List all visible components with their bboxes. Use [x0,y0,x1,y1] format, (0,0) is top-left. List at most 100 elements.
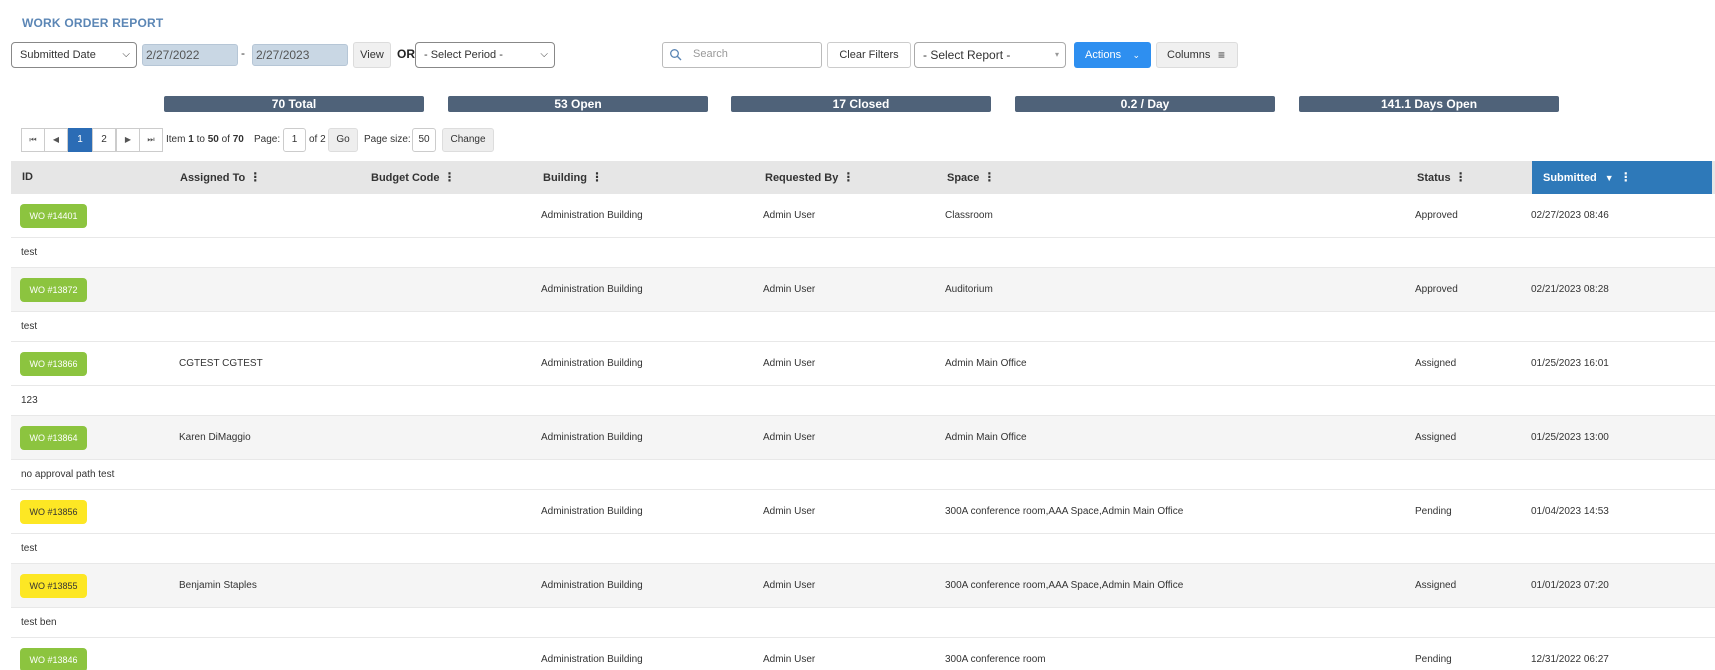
column-menu-icon[interactable]: ⋮ [1620,170,1632,184]
stat-total: 70 Total [164,96,424,112]
column-menu-icon[interactable]: ⋮ [1455,170,1467,184]
cell-space: Admin Main Office [945,432,1027,443]
search-input[interactable]: Search [662,42,822,68]
description-text: 123 [21,395,38,406]
search-icon [670,49,682,61]
description-text: test [21,321,38,332]
cell-assigned: Benjamin Staples [179,580,257,591]
cell-requested: Admin User [763,506,816,517]
table-body: WO #14401 Administration Building Admin Us… [11,194,1715,670]
first-page-icon[interactable]: ⏮ [21,128,45,152]
description-text: no approval path test [21,469,115,480]
cell-requested: Admin User [763,210,816,221]
pagination: ⏮ ◀ 1 2 ▶ ⏭ Item 1 to 50 of 70 Page: 1 o… [21,128,721,152]
cell-space: Admin Main Office [945,358,1027,369]
work-order-id-badge[interactable]: WO #13855 [20,574,87,598]
report-value: - Select Report - [923,48,1011,62]
item-range: Item 1 to 50 of 70 [166,134,244,145]
table-row[interactable]: WO #13866 CGTEST CGTEST Administration Bui… [11,342,1715,386]
filter-bar: Submitted Date ⌵ 2/27/2022 - 2/27/2023 V… [11,42,1711,68]
col-requested-by[interactable]: Requested By ⋮ [765,161,854,194]
last-page-icon[interactable]: ⏭ [139,128,163,152]
cell-building: Administration Building [541,358,643,369]
stat-open: 53 Open [448,96,708,112]
page-1-button[interactable]: 1 [68,128,92,152]
cell-status: Pending [1415,506,1452,517]
table-row[interactable]: WO #14401 Administration Building Admin Us… [11,194,1715,238]
work-order-id-badge[interactable]: WO #14401 [20,204,87,228]
col-space[interactable]: Space ⋮ [947,161,995,194]
menu-icon: ≡ [1217,48,1225,62]
cell-assigned: Karen DiMaggio [179,432,251,443]
row-description: test ben [11,608,1715,638]
actions-label: Actions [1085,49,1122,61]
cell-submitted: 12/31/2022 06:27 [1531,654,1609,665]
cell-building: Administration Building [541,284,643,295]
column-menu-icon[interactable]: ⋮ [591,170,603,184]
page-size-label: Page size: [364,134,411,145]
cell-status: Assigned [1415,432,1457,443]
col-budget-code[interactable]: Budget Code ⋮ [371,161,455,194]
col-status[interactable]: Status ⋮ [1417,161,1467,194]
page-of-total: of 2 [309,134,326,145]
end-date-input[interactable]: 2/27/2023 [252,44,348,66]
change-button[interactable]: Change [442,128,494,152]
cell-building: Administration Building [541,506,643,517]
col-building[interactable]: Building ⋮ [543,161,603,194]
cell-space: 300A conference room [945,654,1046,665]
description-text: test [21,543,38,554]
column-menu-icon[interactable]: ⋮ [249,170,261,184]
cell-submitted: 01/25/2023 16:01 [1531,358,1609,369]
table-row[interactable]: WO #13846 Administration Building Admin Us… [11,638,1715,670]
cell-submitted: 01/01/2023 07:20 [1531,580,1609,591]
table-row[interactable]: WO #13855 Benjamin Staples Administration … [11,564,1715,608]
table-row[interactable]: WO #13856 Administration Building Admin Us… [11,490,1715,534]
start-date-input[interactable]: 2/27/2022 [142,44,238,66]
col-submitted[interactable]: Submitted ▼ ⋮ [1532,161,1712,194]
cell-submitted: 01/04/2023 14:53 [1531,506,1609,517]
sort-desc-icon: ▼ [1604,173,1614,183]
go-button[interactable]: Go [328,128,358,152]
cell-requested: Admin User [763,432,816,443]
period-select[interactable]: - Select Period - ⌵ [415,42,555,68]
cell-space: Auditorium [945,284,993,295]
work-order-id-badge[interactable]: WO #13846 [20,648,87,670]
page-size-input[interactable]: 50 [412,128,436,152]
cell-status: Approved [1415,210,1458,221]
cell-status: Approved [1415,284,1458,295]
table-row[interactable]: WO #13872 Administration Building Admin Us… [11,268,1715,312]
cell-building: Administration Building [541,654,643,665]
table-header: ID Assigned To ⋮ Budget Code ⋮ Building ⋮ R… [11,161,1715,194]
chevron-down-icon: ⌄ [1132,50,1140,60]
cell-requested: Admin User [763,654,816,665]
column-menu-icon[interactable]: ⋮ [983,170,995,184]
work-order-id-badge[interactable]: WO #13856 [20,500,87,524]
table-row[interactable]: WO #13864 Karen DiMaggio Administration Bu… [11,416,1715,460]
columns-label: Columns [1167,49,1211,61]
cell-submitted: 02/21/2023 08:28 [1531,284,1609,295]
page-number-input[interactable]: 1 [283,128,306,152]
view-button[interactable]: View [353,42,391,68]
prev-page-icon[interactable]: ◀ [44,128,68,152]
page-2-button[interactable]: 2 [92,128,116,152]
period-value: - Select Period - [424,49,503,61]
date-field-value: Submitted Date [20,49,96,61]
next-page-icon[interactable]: ▶ [116,128,140,152]
col-id[interactable]: ID [22,161,33,194]
work-order-id-badge[interactable]: WO #13864 [20,426,87,450]
date-field-select[interactable]: Submitted Date ⌵ [11,42,137,68]
chevron-down-icon: ▾ [1054,50,1059,59]
column-menu-icon[interactable]: ⋮ [443,170,455,184]
column-menu-icon[interactable]: ⋮ [842,170,854,184]
columns-button[interactable]: Columns ≡ [1156,42,1238,68]
col-assigned-to[interactable]: Assigned To ⋮ [180,161,261,194]
clear-filters-button[interactable]: Clear Filters [827,42,911,68]
cell-space: 300A conference room,AAA Space,Admin Mai… [945,506,1184,517]
cell-building: Administration Building [541,432,643,443]
work-order-id-badge[interactable]: WO #13872 [20,278,87,302]
work-order-id-badge[interactable]: WO #13866 [20,352,87,376]
report-select[interactable]: - Select Report - ▾ [914,42,1066,68]
cell-requested: Admin User [763,580,816,591]
date-range-dash: - [241,46,245,60]
actions-button[interactable]: Actions ⌄ [1074,42,1151,68]
